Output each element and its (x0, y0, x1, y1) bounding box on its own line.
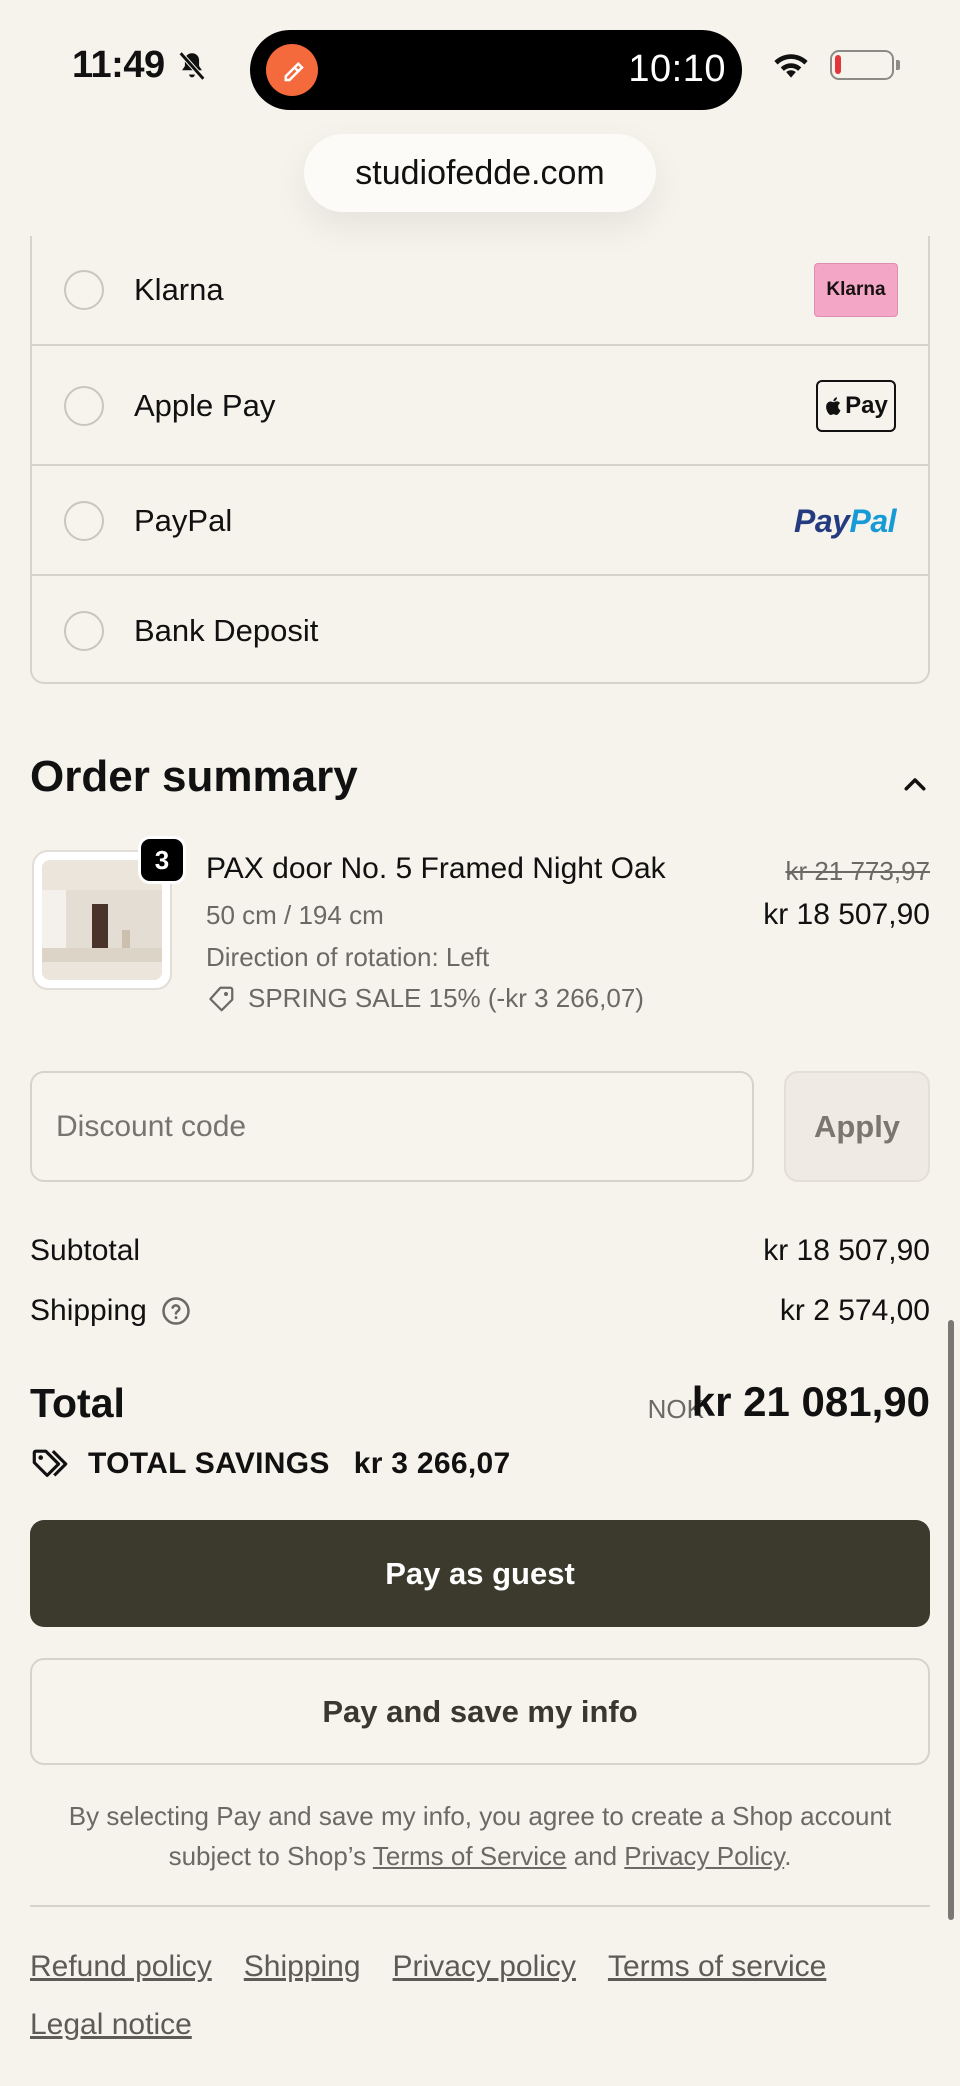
radio-button[interactable] (64, 270, 104, 310)
apple-icon (826, 397, 841, 415)
status-bar-time: 11:49 (72, 44, 209, 87)
privacy-policy-link[interactable]: Privacy Policy (624, 1841, 784, 1871)
status-indicators (772, 50, 900, 80)
total-label: Total (30, 1380, 125, 1426)
shipping-link[interactable]: Shipping (244, 1948, 361, 1986)
subtotal-value: kr 18 507,90 (763, 1234, 930, 1267)
question-circle-icon[interactable] (161, 1296, 191, 1326)
radio-button[interactable] (64, 386, 104, 426)
legal-notice-link[interactable]: Legal notice (30, 2006, 192, 2044)
consent-text: By selecting Pay and save my info, you a… (68, 1801, 892, 1871)
privacy-policy-footer-link[interactable]: Privacy policy (393, 1948, 576, 1986)
discount-text: SPRING SALE 15% (-kr 3 266,07) (248, 983, 644, 1013)
payment-option-label: Klarna (134, 272, 224, 307)
footer-links: Refund policy Shipping Privacy policy Te… (30, 1948, 930, 2044)
scrollbar[interactable] (948, 1320, 954, 1920)
savings-label: TOTAL SAVINGS (88, 1447, 330, 1480)
payment-method-list: Klarna Klarna Apple Pay Pay PayPal PayPa… (30, 236, 930, 684)
refund-policy-link[interactable]: Refund policy (30, 1948, 212, 1986)
radio-button[interactable] (64, 501, 104, 541)
product-discount: SPRING SALE 15% (-kr 3 266,07) (206, 983, 644, 1014)
battery-icon (830, 50, 900, 80)
payment-option-label: PayPal (134, 503, 233, 538)
dynamic-island[interactable]: 10:10 (250, 30, 742, 110)
payment-option-bank-deposit[interactable]: Bank Deposit (32, 578, 928, 684)
wifi-icon (774, 54, 808, 78)
payment-option-klarna[interactable]: Klarna Klarna (32, 236, 928, 346)
pay-as-guest-button[interactable]: Pay as guest (30, 1520, 930, 1627)
savings-value: kr 3 266,07 (353, 1447, 511, 1480)
payment-option-apple-pay[interactable]: Apple Pay Pay (32, 348, 928, 466)
total-value: kr 21 081,90 (691, 1378, 930, 1425)
apply-discount-button[interactable]: Apply (784, 1071, 930, 1182)
paypal-logo: PayPal (794, 502, 896, 539)
payment-option-label: Apple Pay (134, 388, 276, 423)
payment-option-paypal[interactable]: PayPal PayPal (32, 468, 928, 576)
terms-of-service-link[interactable]: Terms of Service (373, 1841, 567, 1871)
clock-text: 11:49 (72, 44, 165, 86)
product-direction: Direction of rotation: Left (206, 942, 490, 972)
apple-pay-logo: Pay (816, 380, 896, 432)
klarna-logo: Klarna (814, 263, 898, 317)
product-name: PAX door No. 5 Framed Night Oak (206, 852, 666, 885)
tags-icon (32, 1449, 68, 1478)
order-summary-title: Order summary (30, 752, 358, 801)
timer-app-icon (266, 44, 318, 96)
original-price: kr 21 773,97 (785, 856, 930, 886)
quantity-badge: 3 (138, 836, 186, 884)
url-text: studiofedde.com (355, 153, 605, 192)
chevron-up-icon[interactable] (900, 770, 930, 800)
payment-option-label: Bank Deposit (134, 613, 319, 648)
footer-divider (30, 1905, 930, 1907)
address-bar[interactable]: studiofedde.com (304, 134, 656, 212)
total-savings: TOTAL SAVINGS kr 3 266,07 (30, 1446, 510, 1482)
shipping-value: kr 2 574,00 (779, 1294, 930, 1327)
terms-of-service-footer-link[interactable]: Terms of service (608, 1948, 826, 1986)
pay-and-save-button[interactable]: Pay and save my info (30, 1658, 930, 1765)
item-price: kr 18 507,90 (763, 898, 930, 931)
bell-muted-icon (178, 51, 205, 80)
shipping-label: Shipping (30, 1294, 191, 1328)
discount-code-input[interactable] (30, 1071, 754, 1182)
radio-button[interactable] (64, 611, 104, 651)
tag-icon (209, 986, 234, 1011)
subtotal-label: Subtotal (30, 1234, 141, 1267)
island-timer: 10:10 (628, 48, 726, 90)
product-size: 50 cm / 194 cm (206, 900, 384, 930)
